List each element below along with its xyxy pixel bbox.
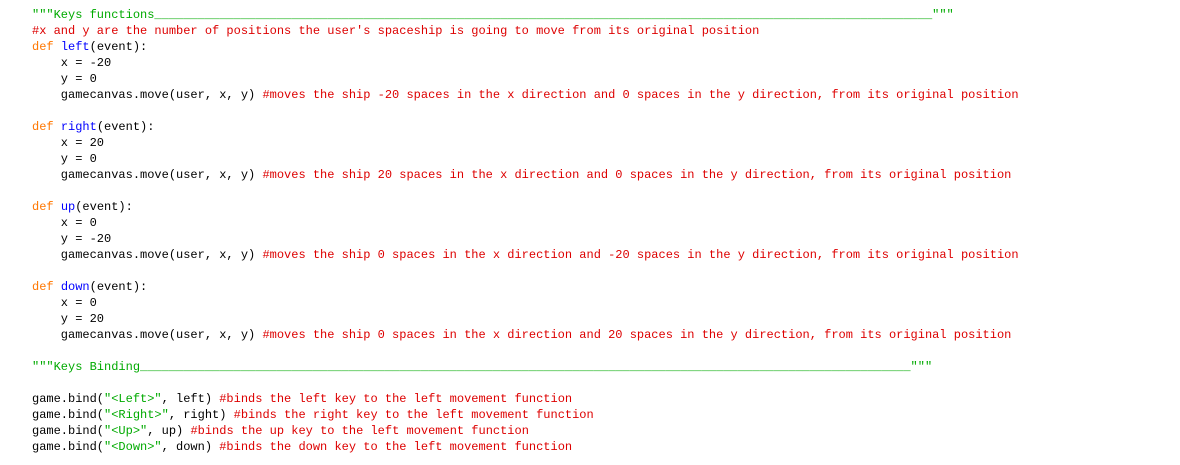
code-line[interactable]: game.bind("<Down>", down) #binds the dow…: [32, 439, 572, 455]
code-line[interactable]: def down(event):: [32, 279, 147, 295]
code-line[interactable]: def up(event):: [32, 199, 133, 215]
code-token: game.bind(: [32, 392, 105, 406]
code-line[interactable]: gamecanvas.move(user, x, y) #moves the s…: [32, 247, 1019, 263]
code-token: #binds the left key to the left movement…: [219, 392, 573, 406]
code-token: y = -20: [32, 232, 112, 246]
code-token: up: [60, 200, 76, 214]
code-token: "<Up>": [104, 424, 148, 438]
code-line[interactable]: game.bind("<Right>", right) #binds the r…: [32, 407, 594, 423]
code-token: #binds the right key to the left movemen…: [233, 408, 594, 422]
code-line[interactable]: #x and y are the number of positions the…: [32, 23, 759, 39]
code-token: , up): [147, 424, 191, 438]
code-token: #moves the ship 0 spaces in the x direct…: [262, 248, 1019, 262]
code-token: #moves the ship -20 spaces in the x dire…: [262, 88, 1019, 102]
code-token: y = 0: [32, 72, 97, 86]
code-token: #x and y are the number of positions the…: [32, 24, 760, 38]
code-token: x = 20: [32, 136, 105, 150]
code-token: def: [32, 120, 61, 134]
code-token: #binds the down key to the left movement…: [219, 440, 573, 454]
code-token: def: [32, 40, 61, 54]
code-line[interactable]: x = 0: [32, 215, 97, 231]
code-line[interactable]: y = -20: [32, 231, 111, 247]
code-token: gamecanvas.move(user, x, y): [32, 168, 263, 182]
code-token: def: [32, 200, 61, 214]
code-token: #moves the ship 0 spaces in the x direct…: [262, 328, 1012, 342]
code-token: , down): [161, 440, 220, 454]
code-line[interactable]: y = 0: [32, 151, 97, 167]
code-token: #moves the ship 20 spaces in the x direc…: [262, 168, 1012, 182]
code-line[interactable]: """Keys Binding_________________________…: [32, 359, 932, 375]
code-line[interactable]: x = -20: [32, 55, 111, 71]
code-token: "<Down>": [104, 440, 162, 454]
code-line[interactable]: game.bind("<Left>", left) #binds the lef…: [32, 391, 572, 407]
code-line[interactable]: y = 20: [32, 311, 104, 327]
code-token: (event):: [96, 120, 155, 134]
code-line[interactable]: def right(event):: [32, 119, 154, 135]
code-editor[interactable]: """Keys functions_______________________…: [0, 0, 1180, 465]
code-token: down: [60, 280, 90, 294]
code-token: x = 0: [32, 216, 97, 230]
code-line[interactable]: gamecanvas.move(user, x, y) #moves the s…: [32, 87, 1019, 103]
code-token: (event):: [75, 200, 133, 214]
code-token: game.bind(: [32, 408, 105, 422]
code-line[interactable]: x = 0: [32, 295, 97, 311]
code-line[interactable]: """Keys functions_______________________…: [32, 7, 954, 23]
code-line[interactable]: gamecanvas.move(user, x, y) #moves the s…: [32, 167, 1012, 183]
code-token: y = 20: [32, 312, 105, 326]
code-token: x = -20: [32, 56, 112, 70]
code-line[interactable]: def left(event):: [32, 39, 147, 55]
code-token: x = 0: [32, 296, 97, 310]
code-line[interactable]: game.bind("<Up>", up) #binds the up key …: [32, 423, 529, 439]
code-token: "<Right>": [104, 408, 169, 422]
code-token: (event):: [89, 280, 148, 294]
code-token: , left): [161, 392, 220, 406]
code-token: gamecanvas.move(user, x, y): [32, 88, 263, 102]
code-token: def: [32, 280, 61, 294]
code-line[interactable]: gamecanvas.move(user, x, y) #moves the s…: [32, 327, 1012, 343]
code-token: game.bind(: [32, 424, 105, 438]
code-token: """Keys Binding_________________________…: [32, 360, 933, 374]
code-line[interactable]: y = 0: [32, 71, 97, 87]
code-token: gamecanvas.move(user, x, y): [32, 328, 263, 342]
code-token: (event):: [89, 40, 148, 54]
code-token: game.bind(: [32, 440, 105, 454]
code-token: #binds the up key to the left movement f…: [190, 424, 529, 438]
code-token: gamecanvas.move(user, x, y): [32, 248, 263, 262]
code-token: "<Left>": [104, 392, 162, 406]
code-line[interactable]: x = 20: [32, 135, 104, 151]
code-token: y = 0: [32, 152, 97, 166]
code-token: left: [60, 40, 90, 54]
code-token: , right): [168, 408, 234, 422]
code-token: """Keys functions_______________________…: [32, 8, 954, 22]
code-token: right: [60, 120, 97, 134]
